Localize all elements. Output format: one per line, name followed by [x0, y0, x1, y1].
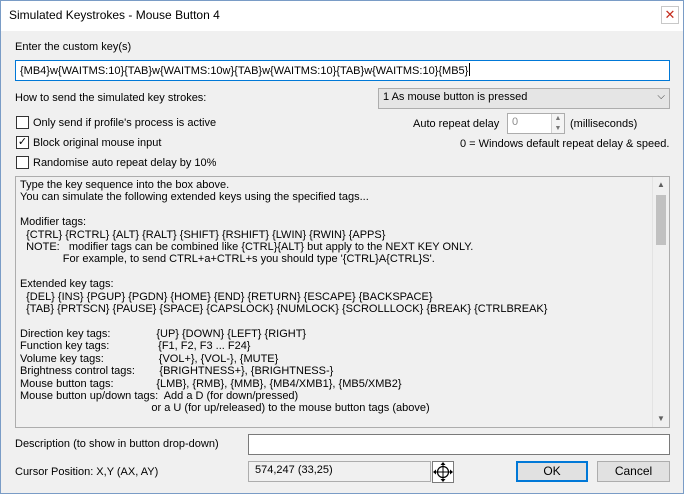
auto-repeat-value: 0 [512, 116, 519, 128]
cursor-position-field: 574,247 (33,25) [248, 461, 431, 482]
send-mode-value: 1 As mouse button is pressed [383, 91, 528, 103]
help-scrollbar[interactable]: ▲ ▼ [652, 177, 669, 427]
cursor-position-label: Cursor Position: X,Y (AX, AY) [15, 466, 159, 478]
close-icon[interactable]: ✕ [661, 6, 679, 24]
help-text: Type the key sequence into the box above… [20, 179, 548, 415]
crosshair-target-icon[interactable] [432, 461, 454, 483]
custom-key-value: {MB4}w{WAITMS:10}{TAB}w{WAITMS:10w}{TAB}… [20, 65, 469, 77]
spin-up-icon[interactable]: ▲ [552, 114, 564, 124]
send-mode-select[interactable]: 1 As mouse button is pressed ⌵ [378, 88, 670, 109]
cursor-position-value: 574,247 (33,25) [255, 464, 333, 476]
checkmark-icon: ✓ [17, 136, 28, 148]
block-original-label: Block original mouse input [33, 137, 162, 149]
auto-repeat-spinner[interactable]: 0 ▲ ▼ [507, 113, 565, 134]
spin-down-icon[interactable]: ▼ [552, 124, 564, 134]
block-original-checkbox[interactable]: ✓ [16, 136, 29, 149]
randomise-label: Randomise auto repeat delay by 10% [33, 157, 217, 169]
text-caret [469, 63, 471, 76]
chevron-down-icon: ⌵ [657, 91, 665, 102]
custom-key-input[interactable]: {MB4}w{WAITMS:10}{TAB}w{WAITMS:10w}{TAB}… [15, 60, 670, 81]
scroll-thumb[interactable] [656, 195, 666, 245]
auto-repeat-note: 0 = Windows default repeat delay & speed… [460, 138, 670, 150]
auto-repeat-label: Auto repeat delay [413, 118, 500, 130]
auto-repeat-unit: (milliseconds) [570, 118, 638, 130]
help-textbox[interactable]: Type the key sequence into the box above… [15, 176, 670, 428]
window-title: Simulated Keystrokes - Mouse Button 4 [9, 8, 220, 22]
cancel-button[interactable]: Cancel [597, 461, 670, 482]
randomise-checkbox[interactable] [16, 156, 29, 169]
custom-key-label: Enter the custom key(s) [15, 41, 132, 53]
only-profile-label: Only send if profile's process is active [33, 117, 217, 129]
dialog-window: Simulated Keystrokes - Mouse Button 4 ✕ … [0, 0, 684, 494]
title-bar: Simulated Keystrokes - Mouse Button 4 ✕ [1, 1, 683, 31]
send-mode-label: How to send the simulated key strokes: [15, 92, 207, 104]
scroll-down-icon[interactable]: ▼ [653, 411, 669, 427]
only-profile-checkbox[interactable] [16, 116, 29, 129]
description-label: Description (to show in button drop-down… [15, 438, 219, 450]
ok-button[interactable]: OK [516, 461, 588, 482]
scroll-up-icon[interactable]: ▲ [653, 177, 669, 193]
description-input[interactable] [248, 434, 670, 455]
spinner-buttons[interactable]: ▲ ▼ [551, 114, 564, 133]
